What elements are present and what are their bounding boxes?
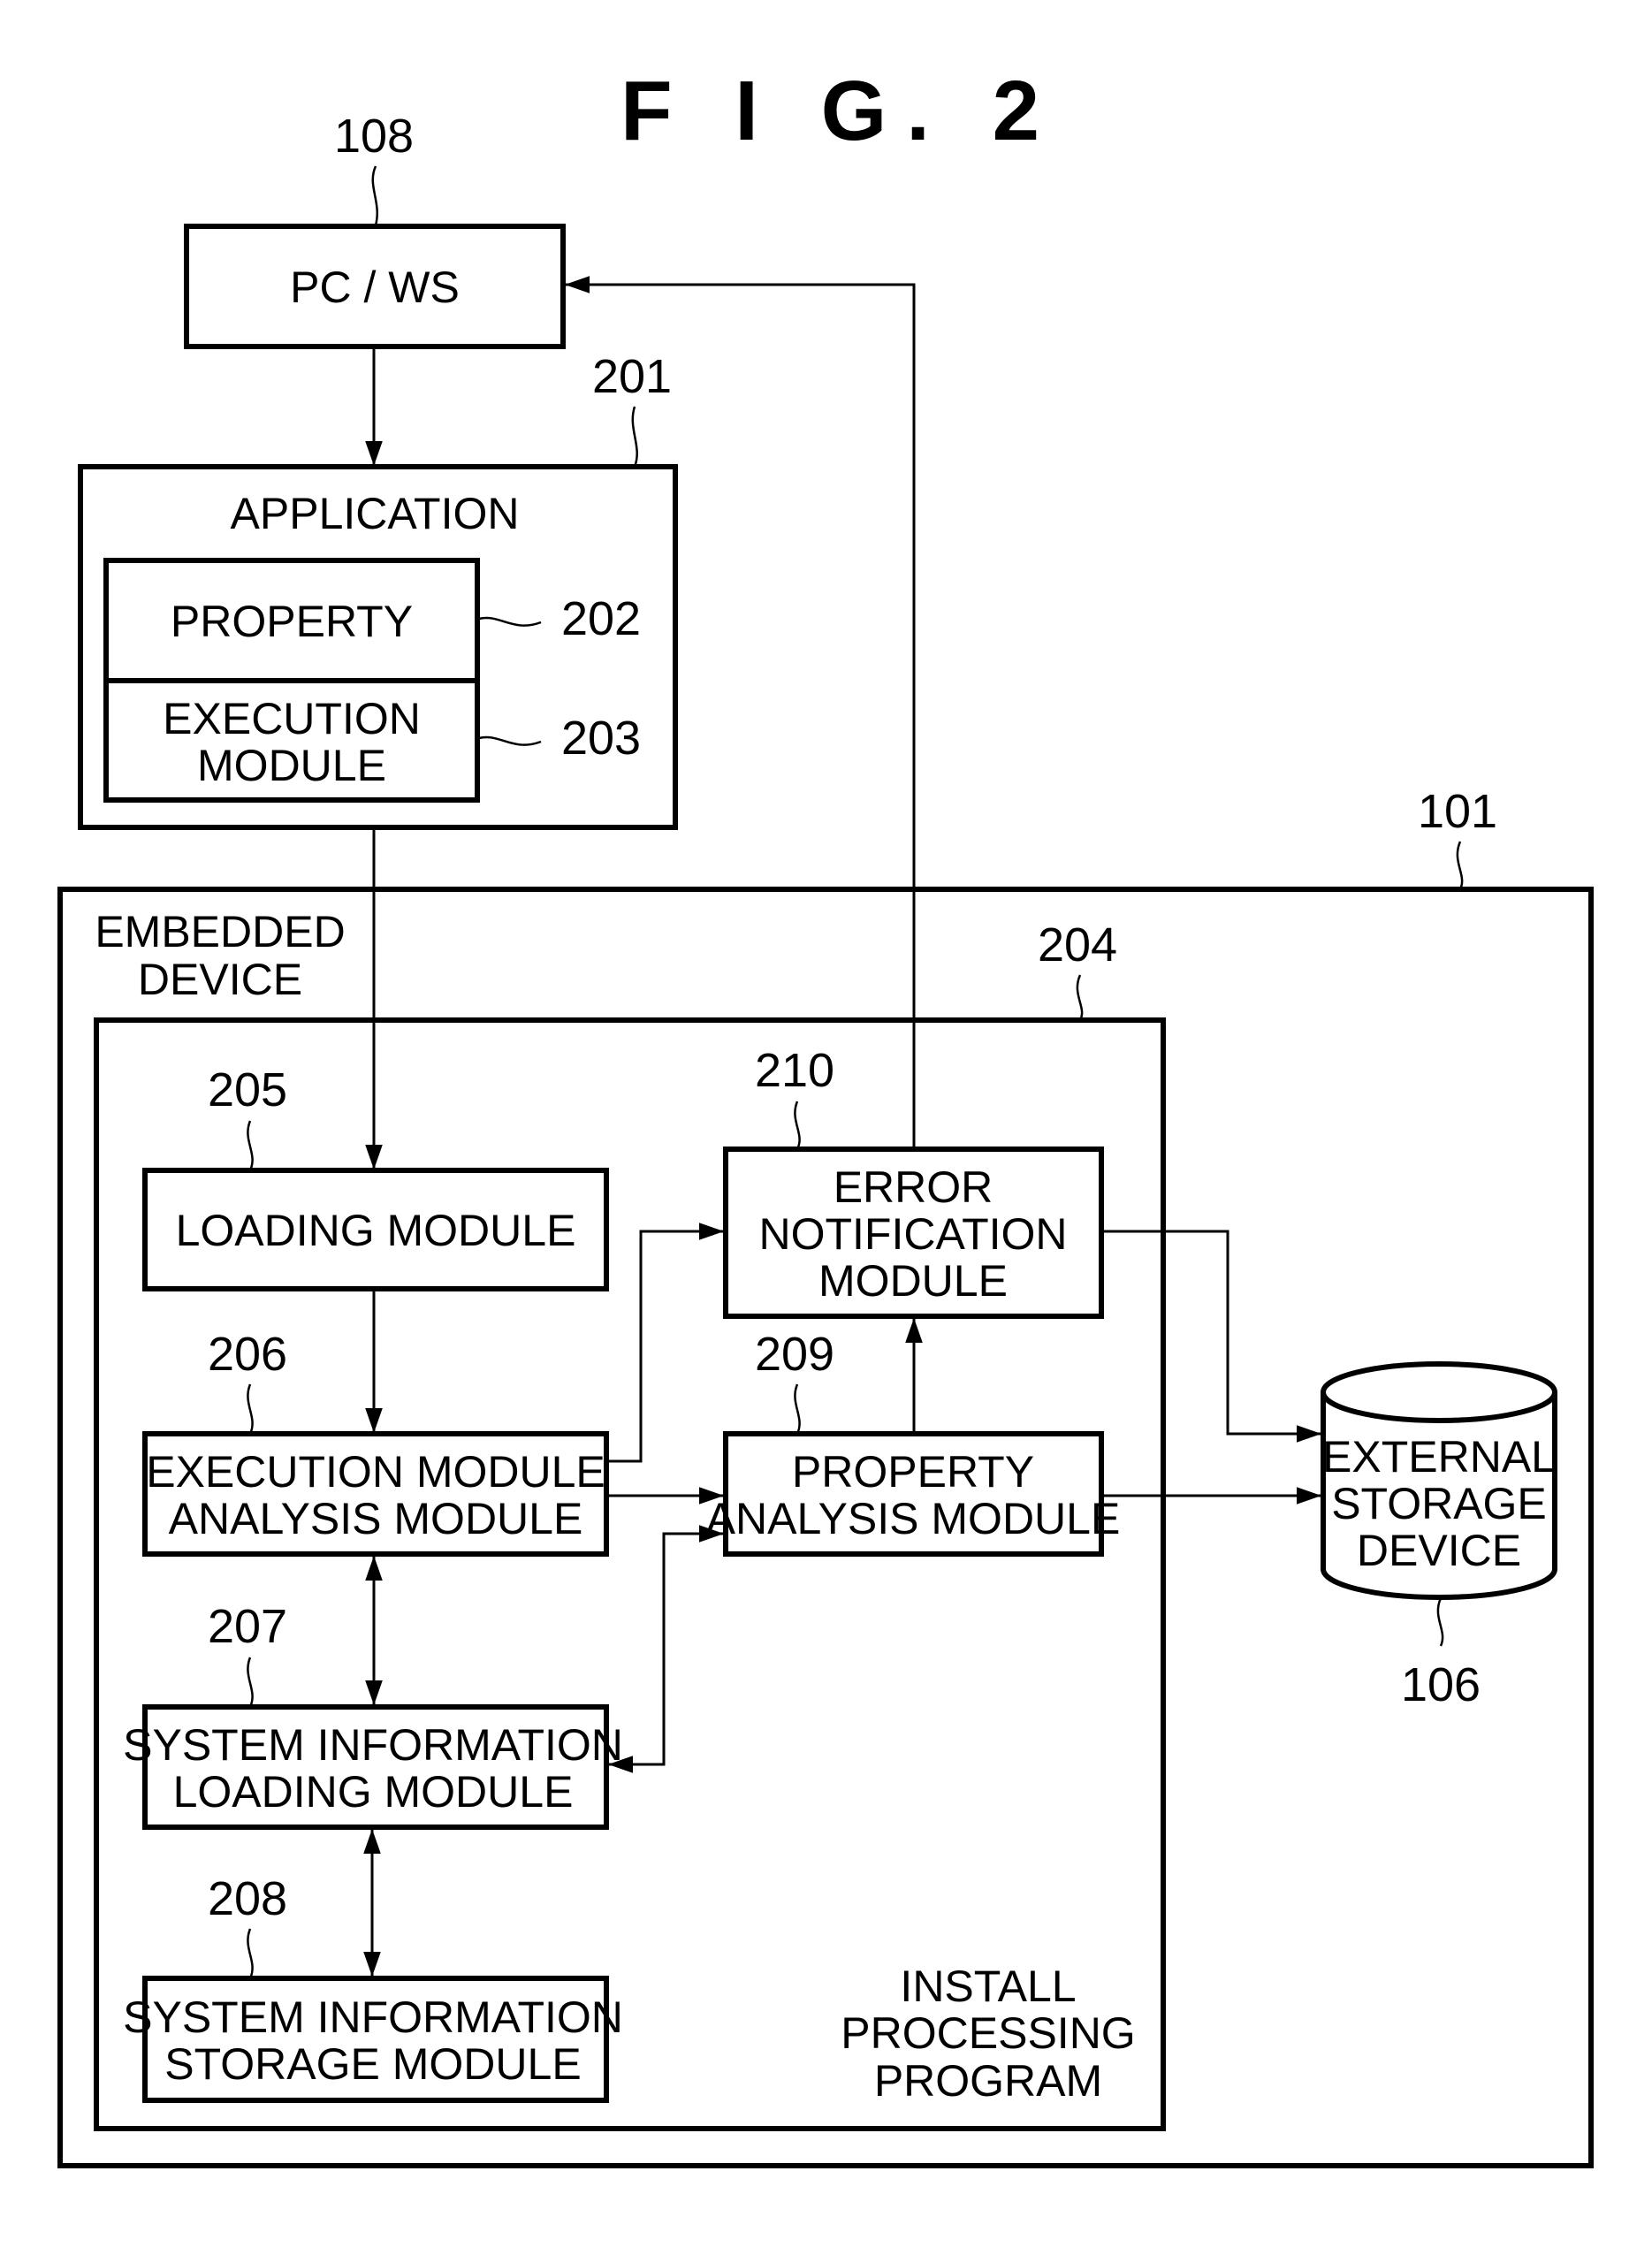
external-storage-line1: EXTERNAL	[1322, 1432, 1556, 1482]
leader-108	[371, 165, 378, 226]
error-notification-line3: MODULE	[818, 1256, 1008, 1306]
install-program-line1: INSTALL	[900, 1962, 1076, 2011]
sysinfo-loading-line1: SYSTEM INFORMATION	[123, 1720, 623, 1770]
error-notification-line1: ERROR	[834, 1162, 993, 1212]
application-node: 201 APPLICATION PROPERTY 202 EXECUTION M…	[78, 350, 678, 830]
ref-210: 210	[755, 1044, 834, 1097]
loading-module-node: 205 LOADING MODULE	[142, 1063, 609, 1291]
external-storage-cylinder-top	[1321, 1361, 1557, 1423]
ref-208: 208	[208, 1872, 287, 1925]
ref-207: 207	[208, 1600, 287, 1653]
property-analysis-line2: ANALYSIS MODULE	[706, 1494, 1121, 1543]
arrow-error-to-external-storage	[1101, 1230, 1321, 1443]
sysinfo-storage-line2: STORAGE MODULE	[164, 2039, 581, 2089]
external-storage-line3: DEVICE	[1357, 1526, 1521, 1575]
leader-204	[1076, 974, 1084, 1021]
ref-202: 202	[561, 592, 641, 645]
leader-209	[794, 1383, 801, 1435]
ref-205: 205	[208, 1063, 287, 1116]
leader-205	[247, 1120, 254, 1171]
arrow-exec-analysis-to-error	[606, 1223, 724, 1463]
pc-ws-label: PC / WS	[290, 263, 460, 312]
external-storage-node: EXTERNAL STORAGE DEVICE 106	[1321, 1361, 1557, 1711]
ref-203: 203	[561, 712, 641, 765]
leader-201	[631, 406, 638, 468]
exec-analysis-line1: EXECUTION MODULE	[146, 1447, 605, 1497]
exec-analysis-node: 206 EXECUTION MODULE ANALYSIS MODULE	[142, 1328, 609, 1557]
fig2-diagram: F I G. 2 108 PC / WS 201 APPLICATION PRO…	[57, 64, 1594, 2168]
property-label: PROPERTY	[171, 597, 413, 646]
leader-106	[1436, 1597, 1444, 1647]
leader-210	[794, 1101, 801, 1150]
ref-201: 201	[592, 350, 672, 403]
ref-206: 206	[208, 1328, 287, 1381]
execution-module-line1: EXECUTION	[163, 694, 421, 743]
execution-module-line2: MODULE	[197, 741, 386, 790]
ref-108: 108	[334, 110, 414, 163]
leader-207	[247, 1657, 254, 1708]
leader-208	[247, 1928, 254, 1979]
loading-module-label: LOADING MODULE	[176, 1206, 576, 1255]
install-program-line3: PROGRAM	[874, 2056, 1102, 2106]
sysinfo-storage-line1: SYSTEM INFORMATION	[123, 1992, 623, 2042]
ref-204: 204	[1038, 918, 1117, 971]
exec-analysis-line2: ANALYSIS MODULE	[169, 1494, 583, 1543]
external-storage-line2: STORAGE	[1331, 1479, 1547, 1528]
error-notification-line2: NOTIFICATION	[758, 1209, 1067, 1259]
pc-ws-node: 108 PC / WS	[184, 110, 566, 349]
property-analysis-line1: PROPERTY	[792, 1447, 1034, 1497]
install-program-line2: PROCESSING	[841, 2008, 1135, 2058]
leader-206	[247, 1383, 254, 1435]
leader-101	[1456, 841, 1464, 890]
sysinfo-loading-line2: LOADING MODULE	[173, 1767, 574, 1817]
ref-106: 106	[1401, 1658, 1481, 1711]
application-label: APPLICATION	[231, 489, 520, 538]
embedded-device-line2: DEVICE	[138, 955, 302, 1004]
figure-title: F I G. 2	[620, 64, 1059, 158]
embedded-device-line1: EMBEDDED	[95, 907, 345, 956]
ref-101: 101	[1418, 785, 1497, 838]
ref-209: 209	[755, 1328, 834, 1381]
arrow-property-analysis-sysinfo-loading	[608, 1525, 724, 1773]
